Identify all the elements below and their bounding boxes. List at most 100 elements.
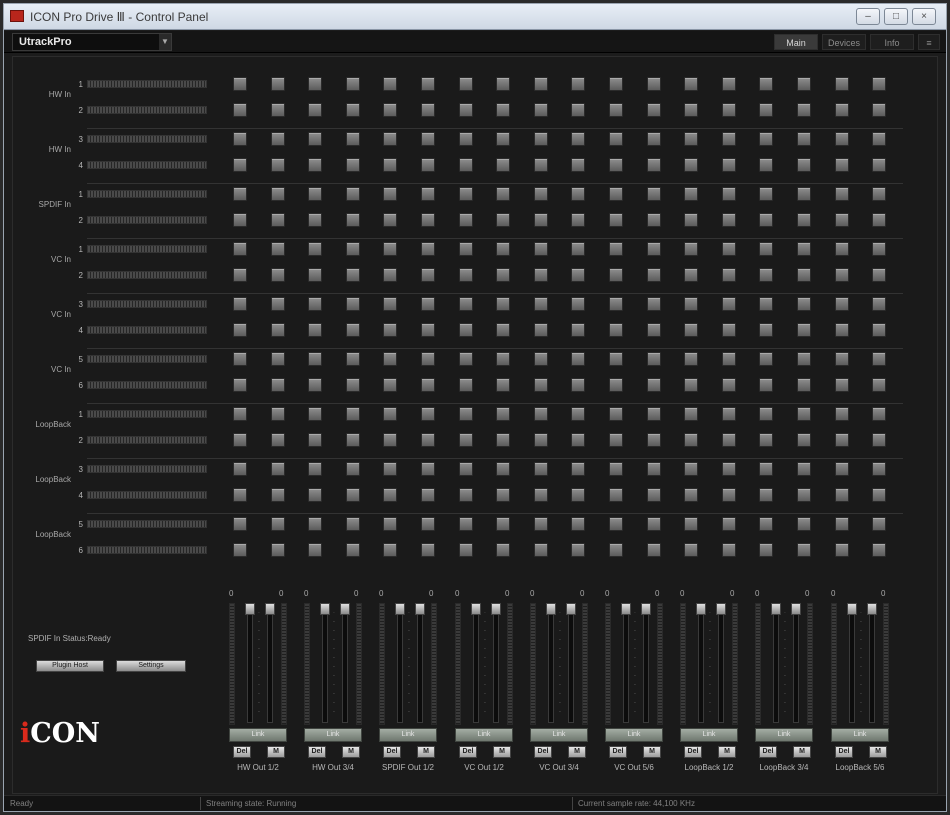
routing-matrix-cell[interactable] xyxy=(383,132,397,146)
routing-matrix-cell[interactable] xyxy=(647,323,661,337)
routing-matrix-cell[interactable] xyxy=(534,543,548,557)
routing-matrix-cell[interactable] xyxy=(534,77,548,91)
routing-matrix-cell[interactable] xyxy=(459,352,473,366)
tab-main[interactable]: Main xyxy=(774,34,818,50)
del-button[interactable]: Del xyxy=(233,746,251,758)
routing-matrix-cell[interactable] xyxy=(797,378,811,392)
routing-matrix-cell[interactable] xyxy=(722,323,736,337)
routing-matrix-cell[interactable] xyxy=(271,103,285,117)
routing-matrix-cell[interactable] xyxy=(609,543,623,557)
routing-matrix-cell[interactable] xyxy=(421,407,435,421)
routing-matrix-cell[interactable] xyxy=(684,517,698,531)
link-button[interactable]: Link xyxy=(605,728,663,742)
routing-matrix-cell[interactable] xyxy=(797,213,811,227)
close-button[interactable]: × xyxy=(912,8,936,25)
routing-matrix-cell[interactable] xyxy=(421,132,435,146)
routing-matrix-cell[interactable] xyxy=(383,433,397,447)
routing-matrix-cell[interactable] xyxy=(383,462,397,476)
routing-matrix-cell[interactable] xyxy=(271,268,285,282)
routing-matrix-cell[interactable] xyxy=(684,323,698,337)
routing-matrix-cell[interactable] xyxy=(421,242,435,256)
routing-matrix-cell[interactable] xyxy=(647,517,661,531)
routing-matrix-cell[interactable] xyxy=(271,407,285,421)
routing-matrix-cell[interactable] xyxy=(835,242,849,256)
routing-matrix-cell[interactable] xyxy=(496,213,510,227)
routing-matrix-cell[interactable] xyxy=(496,268,510,282)
fader-right-handle[interactable] xyxy=(867,603,877,615)
routing-matrix-cell[interactable] xyxy=(609,297,623,311)
routing-matrix-cell[interactable] xyxy=(271,213,285,227)
routing-matrix-cell[interactable] xyxy=(835,187,849,201)
routing-matrix-cell[interactable] xyxy=(271,77,285,91)
routing-matrix-cell[interactable] xyxy=(383,103,397,117)
routing-matrix-cell[interactable] xyxy=(308,462,322,476)
routing-matrix-cell[interactable] xyxy=(722,433,736,447)
routing-matrix-cell[interactable] xyxy=(534,268,548,282)
routing-matrix-cell[interactable] xyxy=(308,517,322,531)
routing-matrix-cell[interactable] xyxy=(271,242,285,256)
routing-matrix-cell[interactable] xyxy=(759,407,773,421)
routing-matrix-cell[interactable] xyxy=(722,462,736,476)
routing-matrix-cell[interactable] xyxy=(496,462,510,476)
routing-matrix-cell[interactable] xyxy=(872,297,886,311)
routing-matrix-cell[interactable] xyxy=(684,352,698,366)
routing-matrix-cell[interactable] xyxy=(346,352,360,366)
routing-matrix-cell[interactable] xyxy=(647,407,661,421)
routing-matrix-cell[interactable] xyxy=(271,132,285,146)
routing-matrix-cell[interactable] xyxy=(647,352,661,366)
routing-matrix-cell[interactable] xyxy=(722,77,736,91)
routing-matrix-cell[interactable] xyxy=(421,517,435,531)
routing-matrix-cell[interactable] xyxy=(684,132,698,146)
routing-matrix-cell[interactable] xyxy=(534,433,548,447)
routing-matrix-cell[interactable] xyxy=(571,517,585,531)
routing-matrix-cell[interactable] xyxy=(534,242,548,256)
routing-matrix-cell[interactable] xyxy=(233,77,247,91)
routing-matrix-cell[interactable] xyxy=(722,268,736,282)
routing-matrix-cell[interactable] xyxy=(609,103,623,117)
routing-matrix-cell[interactable] xyxy=(383,213,397,227)
mute-button[interactable]: M xyxy=(342,746,360,758)
routing-matrix-cell[interactable] xyxy=(346,378,360,392)
routing-matrix-cell[interactable] xyxy=(383,158,397,172)
routing-matrix-cell[interactable] xyxy=(233,543,247,557)
routing-matrix-cell[interactable] xyxy=(271,433,285,447)
routing-matrix-cell[interactable] xyxy=(722,132,736,146)
mute-button[interactable]: M xyxy=(267,746,285,758)
routing-matrix-cell[interactable] xyxy=(684,407,698,421)
routing-matrix-cell[interactable] xyxy=(308,158,322,172)
del-button[interactable]: Del xyxy=(759,746,777,758)
routing-matrix-cell[interactable] xyxy=(534,132,548,146)
routing-matrix-cell[interactable] xyxy=(233,213,247,227)
routing-matrix-cell[interactable] xyxy=(797,407,811,421)
routing-matrix-cell[interactable] xyxy=(684,378,698,392)
routing-matrix-cell[interactable] xyxy=(421,433,435,447)
routing-matrix-cell[interactable] xyxy=(496,517,510,531)
routing-matrix-cell[interactable] xyxy=(346,543,360,557)
routing-matrix-cell[interactable] xyxy=(647,187,661,201)
routing-matrix-cell[interactable] xyxy=(383,517,397,531)
title-bar[interactable]: ICON Pro Drive Ⅲ - Control Panel – □ × xyxy=(4,4,946,30)
routing-matrix-cell[interactable] xyxy=(271,158,285,172)
routing-matrix-cell[interactable] xyxy=(835,378,849,392)
routing-matrix-cell[interactable] xyxy=(872,407,886,421)
routing-matrix-cell[interactable] xyxy=(684,488,698,502)
routing-matrix-cell[interactable] xyxy=(759,462,773,476)
routing-matrix-cell[interactable] xyxy=(835,488,849,502)
routing-matrix-cell[interactable] xyxy=(835,407,849,421)
routing-matrix-cell[interactable] xyxy=(722,213,736,227)
routing-matrix-cell[interactable] xyxy=(383,323,397,337)
routing-matrix-cell[interactable] xyxy=(647,132,661,146)
routing-matrix-cell[interactable] xyxy=(496,323,510,337)
routing-matrix-cell[interactable] xyxy=(684,462,698,476)
routing-matrix-cell[interactable] xyxy=(609,462,623,476)
link-button[interactable]: Link xyxy=(379,728,437,742)
routing-matrix-cell[interactable] xyxy=(308,103,322,117)
routing-matrix-cell[interactable] xyxy=(534,158,548,172)
del-button[interactable]: Del xyxy=(308,746,326,758)
routing-matrix-cell[interactable] xyxy=(459,77,473,91)
routing-matrix-cell[interactable] xyxy=(308,297,322,311)
routing-matrix-cell[interactable] xyxy=(722,407,736,421)
routing-matrix-cell[interactable] xyxy=(421,158,435,172)
routing-matrix-cell[interactable] xyxy=(609,407,623,421)
routing-matrix-cell[interactable] xyxy=(835,433,849,447)
